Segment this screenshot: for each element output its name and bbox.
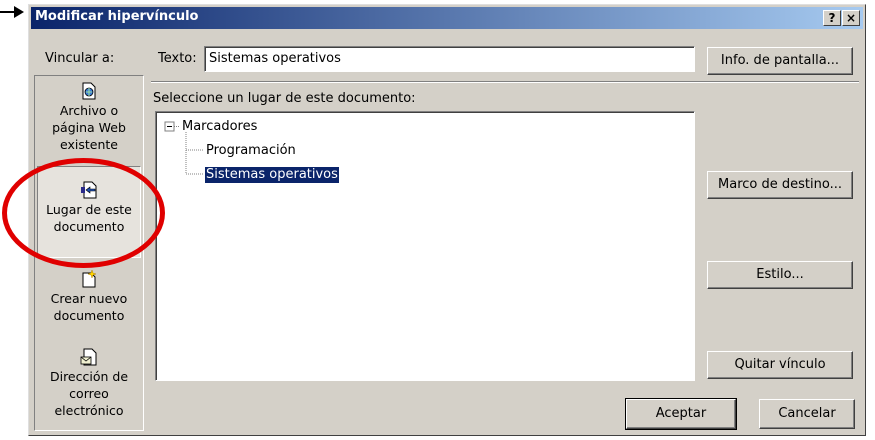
ok-button[interactable]: Aceptar xyxy=(625,398,737,430)
link-to-item-label: electrónico xyxy=(54,403,124,418)
style-button[interactable]: Estilo... xyxy=(707,261,853,289)
tree-item-sistemas-operativos[interactable]: Sistemas operativos xyxy=(204,166,340,184)
link-to-email-address[interactable]: Dirección de correo electrónico xyxy=(37,348,141,428)
title-bar: Modificar hipervínculo ? × xyxy=(31,7,863,29)
select-place-label: Seleccione un lugar de este documento: xyxy=(153,91,416,106)
link-to-label: Vincular a: xyxy=(45,51,115,66)
screentip-button[interactable]: Info. de pantalla... xyxy=(707,47,853,75)
link-to-existing-file[interactable]: Archivo o página Web existente xyxy=(37,82,141,166)
link-to-item-label: existente xyxy=(60,137,118,152)
remove-link-button[interactable]: Quitar vínculo xyxy=(707,351,853,379)
separator xyxy=(151,81,859,83)
document-place-tree[interactable]: Marcadores Programación Sistemas operati… xyxy=(155,111,695,381)
email-address-icon xyxy=(80,348,97,366)
tree-item-programacion[interactable]: Programación xyxy=(206,143,296,159)
annotation-circle xyxy=(2,158,165,268)
link-to-item-label: correo xyxy=(69,386,109,401)
close-button[interactable]: × xyxy=(842,10,860,26)
pointer-arrow-icon xyxy=(0,6,24,18)
link-to-item-label: Archivo o xyxy=(59,103,119,118)
cancel-button[interactable]: Cancelar xyxy=(759,399,855,429)
link-to-item-label: Dirección de xyxy=(49,369,129,384)
window-title: Modificar hipervínculo xyxy=(35,9,199,24)
help-button[interactable]: ? xyxy=(823,10,841,26)
new-document-icon xyxy=(82,270,97,288)
link-to-item-label: documento xyxy=(53,308,125,323)
link-to-item-label: página Web xyxy=(52,120,126,135)
text-label: Texto: xyxy=(158,51,197,66)
text-to-display-input[interactable]: Sistemas operativos xyxy=(204,46,695,72)
link-to-item-label: Crear nuevo xyxy=(50,291,128,306)
text-input-value: Sistemas operativos xyxy=(209,51,341,66)
web-file-icon xyxy=(82,82,96,100)
link-to-new-document[interactable]: Crear nuevo documento xyxy=(37,262,141,348)
target-frame-button[interactable]: Marco de destino... xyxy=(707,171,853,199)
tree-item-bookmarks[interactable]: Marcadores xyxy=(182,119,257,135)
